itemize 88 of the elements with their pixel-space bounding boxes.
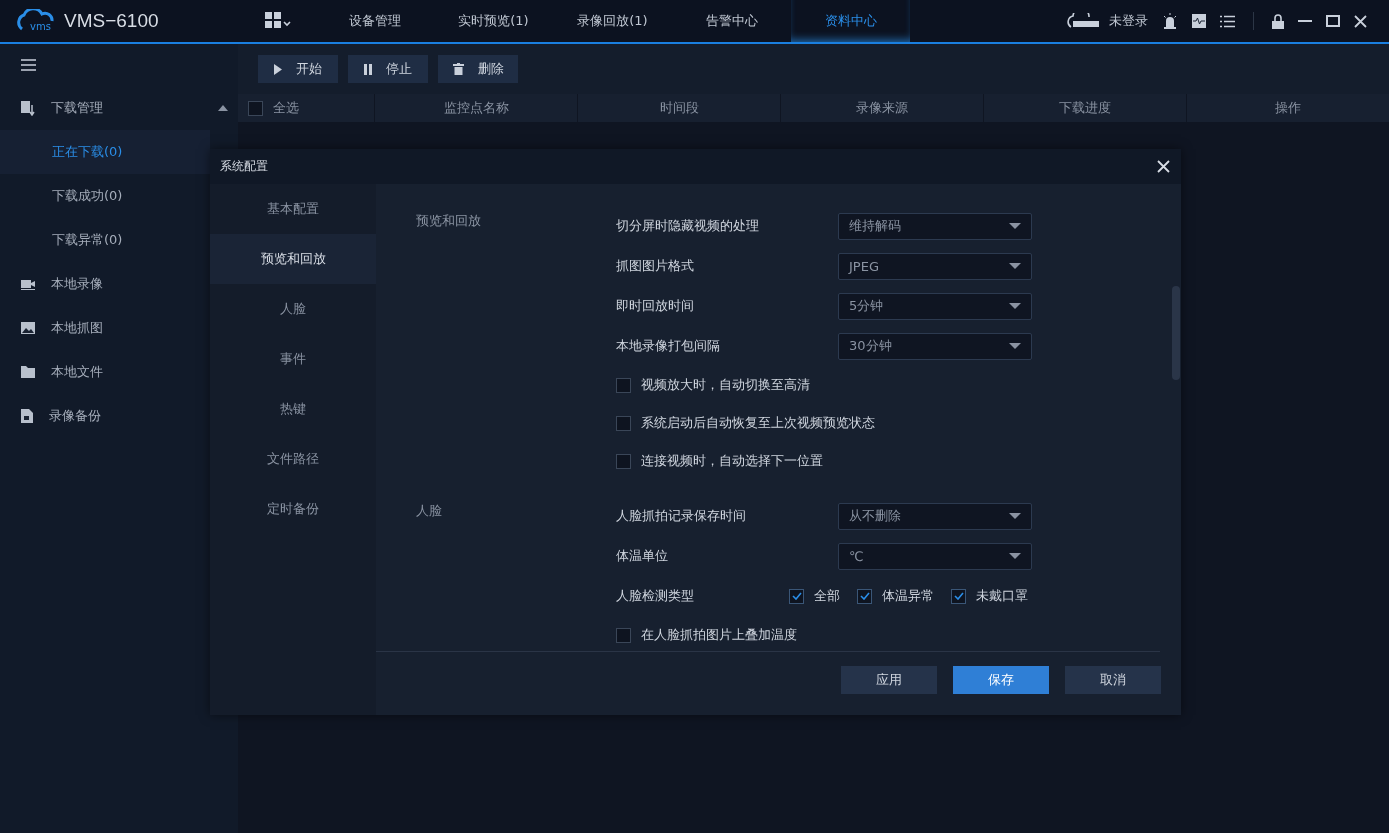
lock-icon[interactable] <box>1272 13 1284 29</box>
setting-label: 人脸检测类型 <box>616 587 695 605</box>
toolbar-button[interactable]: 停止 <box>348 55 428 83</box>
checkbox-label: 体温异常 <box>882 587 934 605</box>
checkbox-label: 全部 <box>814 587 840 605</box>
caret-icon <box>1009 223 1021 229</box>
select-all-label: 全选 <box>273 99 299 117</box>
maximize-icon[interactable] <box>1326 15 1340 27</box>
trash-icon <box>452 63 464 75</box>
sidebar-label: 本地抓图 <box>51 319 104 337</box>
menu-icon[interactable] <box>21 59 36 71</box>
settings-tab[interactable]: 定时备份 <box>210 484 376 534</box>
sidebar-label: 录像备份 <box>49 407 102 425</box>
dropdown[interactable]: 维持解码 <box>838 212 1032 240</box>
caret-icon <box>1009 263 1021 269</box>
dropdown[interactable]: ℃ <box>838 542 1032 570</box>
nav-tab[interactable]: 告警中心 <box>672 0 791 42</box>
settings-tab[interactable]: 基本配置 <box>210 184 376 234</box>
checkbox[interactable] <box>616 627 631 643</box>
caret-icon <box>1009 303 1021 309</box>
checkbox[interactable] <box>789 588 804 604</box>
checkbox[interactable] <box>857 588 872 604</box>
checkbox-label: 系统启动后自动恢复至上次视频预览状态 <box>641 414 875 432</box>
play-icon <box>274 63 282 75</box>
caret-icon <box>1009 513 1021 519</box>
column-header: 录像来源 <box>780 94 983 122</box>
setting-label: 即时回放时间 <box>616 297 695 315</box>
video-file-icon <box>21 409 33 423</box>
nav-tab[interactable]: 设备管理 <box>315 0 434 42</box>
close-icon[interactable] <box>1157 160 1170 173</box>
scrollbar-thumb[interactable] <box>1172 286 1180 380</box>
pause-icon <box>364 63 372 75</box>
setting-label: 本地录像打包间隔 <box>616 337 721 355</box>
checkbox[interactable] <box>616 377 631 393</box>
sidebar-subitem[interactable]: 下载成功(0) <box>0 174 210 218</box>
waveform-icon[interactable] <box>1192 14 1206 28</box>
checkbox-label: 连接视频时，自动选择下一位置 <box>641 452 823 470</box>
alarm-light-icon[interactable] <box>1162 13 1178 29</box>
grid-menu-icon[interactable] <box>265 12 293 30</box>
dropdown[interactable]: 5分钟 <box>838 292 1032 320</box>
checkbox-label: 视频放大时，自动切换至高清 <box>641 376 810 394</box>
dropdown[interactable]: 30分钟 <box>838 332 1032 360</box>
column-header: 操作 <box>1186 94 1389 122</box>
toolbar-button[interactable]: 删除 <box>438 55 518 83</box>
caret-icon <box>1009 553 1021 559</box>
list-icon[interactable] <box>1220 14 1235 28</box>
logo-text: vms <box>30 21 51 32</box>
dropdown[interactable]: JPEG <box>838 252 1032 280</box>
checkbox[interactable] <box>616 453 631 469</box>
app-title: VMS−6100 <box>64 10 159 32</box>
setting-label: 体温单位 <box>616 547 669 565</box>
dialog-button[interactable]: 保存 <box>953 666 1049 694</box>
setting-label: 人脸抓拍记录保存时间 <box>616 507 747 525</box>
sidebar-subitem[interactable]: 正在下载(0) <box>0 130 210 174</box>
sidebar-subitem[interactable]: 下载异常(0) <box>0 218 210 262</box>
image-icon <box>21 322 35 334</box>
sidebar-label: 下载管理 <box>51 99 104 117</box>
column-header: 时间段 <box>577 94 780 122</box>
section-title: 预览和回放 <box>416 212 482 230</box>
column-header: 监控点名称 <box>374 94 577 122</box>
dropdown[interactable]: 从不删除 <box>838 502 1032 530</box>
sidebar-label: 本地录像 <box>51 275 104 293</box>
nav-tab[interactable]: 录像回放(1) <box>553 0 672 42</box>
nav-tab[interactable]: 实时预览(1) <box>434 0 553 42</box>
select-all-checkbox[interactable] <box>248 100 263 116</box>
sidebar-item[interactable]: 下载管理 <box>0 86 238 130</box>
folder-icon <box>21 366 35 378</box>
settings-tab[interactable]: 预览和回放 <box>210 234 376 284</box>
setting-label: 切分屏时隐藏视频的处理 <box>616 217 760 235</box>
sidebar-label: 本地文件 <box>51 363 104 381</box>
column-header: 下载进度 <box>983 94 1186 122</box>
nav-tab[interactable]: 资料中心 <box>791 0 910 42</box>
caret-icon <box>1009 343 1021 349</box>
setting-label: 抓图图片格式 <box>616 257 695 275</box>
caret-icon[interactable] <box>218 105 228 111</box>
dialog-button[interactable]: 应用 <box>841 666 937 694</box>
camera-icon <box>21 278 35 290</box>
checkbox[interactable] <box>616 415 631 431</box>
film-download-icon <box>21 100 35 116</box>
checkbox-label: 在人脸抓拍图片上叠加温度 <box>641 626 797 644</box>
dialog-button[interactable]: 取消 <box>1065 666 1161 694</box>
login-status[interactable]: 未登录 <box>1109 12 1148 30</box>
checkbox-label: 未戴口罩 <box>976 587 1028 605</box>
dialog-title: 系统配置 <box>220 158 268 175</box>
checkbox[interactable] <box>951 588 966 604</box>
close-icon[interactable] <box>1354 14 1367 28</box>
toolbar-button[interactable]: 开始 <box>258 55 338 83</box>
section-title: 人脸 <box>416 502 443 520</box>
